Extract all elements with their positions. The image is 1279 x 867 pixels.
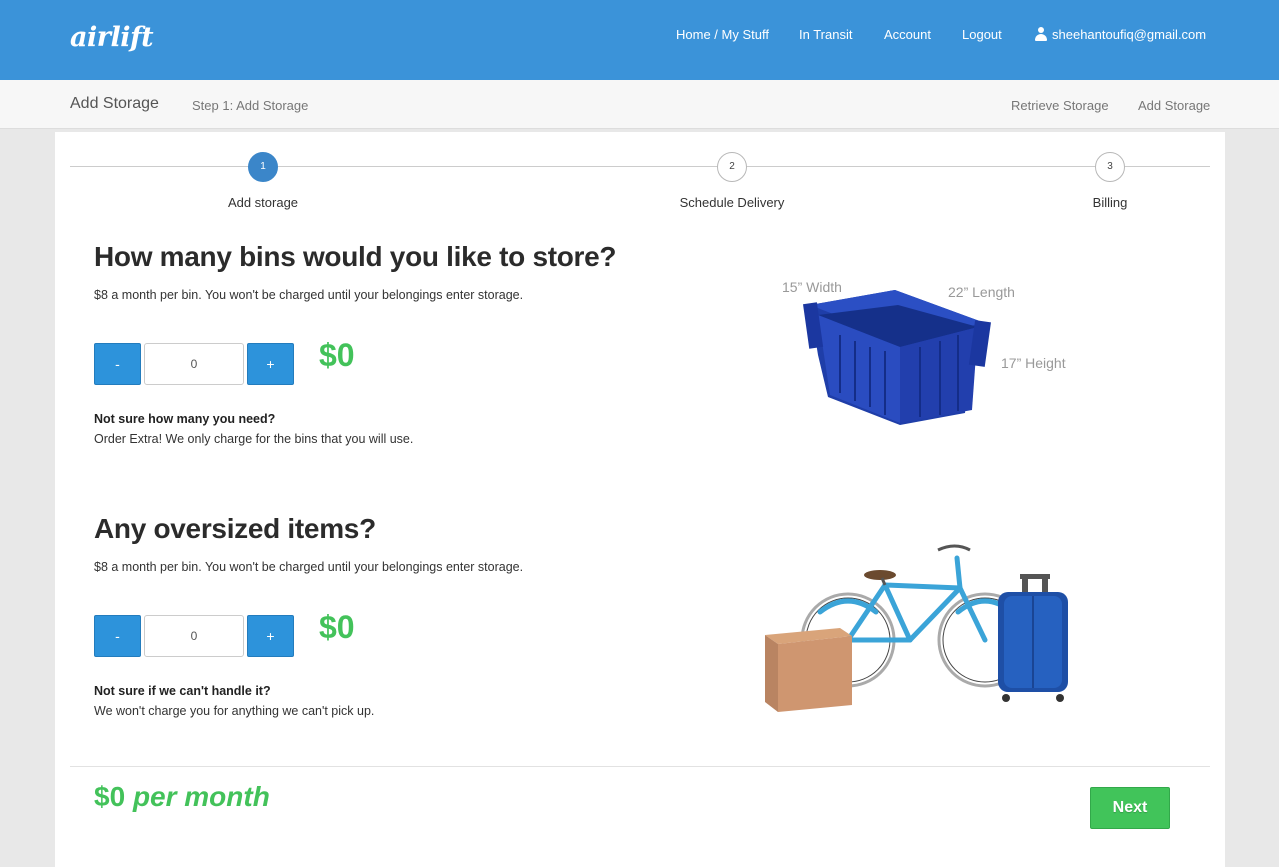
progress-line	[70, 166, 1210, 167]
nav-in-transit[interactable]: In Transit	[799, 27, 852, 45]
step-1-circle: 1	[248, 152, 278, 182]
top-navbar: airlift Home / My Stuff In Transit Accou…	[0, 0, 1279, 80]
bin-height-label: 17” Height	[1001, 355, 1066, 371]
oversized-minus-button[interactable]: -	[94, 615, 141, 657]
monthly-total: $0 per month	[94, 781, 270, 813]
add-storage-link[interactable]: Add Storage	[1138, 98, 1210, 113]
nav-account[interactable]: Account	[884, 27, 931, 45]
oversized-note-text: We won't charge you for anything we can'…	[94, 704, 375, 718]
step-1-label: Add storage	[227, 195, 299, 210]
oversized-items-image	[765, 544, 1068, 712]
breadcrumb-step: Step 1: Add Storage	[192, 98, 309, 113]
bins-description: $8 a month per bin. You won't be charged…	[94, 288, 524, 302]
oversized-heading: Any oversized items?	[94, 513, 376, 544]
bins-price: $0	[319, 337, 355, 373]
retrieve-storage-link[interactable]: Retrieve Storage	[1011, 98, 1109, 113]
user-email: sheehantoufiq@gmail.com	[1052, 27, 1207, 42]
next-button[interactable]: Next	[1090, 787, 1170, 829]
bins-heading: How many bins would you like to store?	[94, 241, 617, 272]
bins-quantity-input[interactable]	[144, 343, 244, 385]
sub-header: Add Storage Step 1: Add Storage Retrieve…	[0, 80, 1279, 129]
nav-logout[interactable]: Logout	[962, 27, 1002, 45]
oversized-description: $8 a month per bin. You won't be charged…	[94, 560, 524, 574]
page-title: Add Storage	[70, 95, 159, 112]
bins-minus-button[interactable]: -	[94, 343, 141, 385]
per-month-label: per month	[132, 781, 270, 812]
step-2-circle: 2	[717, 152, 747, 182]
total-amount: $0	[94, 781, 126, 812]
bins-note-title: Not sure how many you need?	[94, 412, 276, 426]
oversized-price: $0	[319, 609, 355, 645]
oversized-plus-button[interactable]: +	[247, 615, 294, 657]
nav-home-my-stuff[interactable]: Home / My Stuff	[676, 27, 769, 45]
nav-user-account[interactable]: sheehantoufiq@gmail.com	[1034, 27, 1206, 45]
user-icon	[1034, 27, 1048, 41]
storage-bin-image	[803, 290, 991, 425]
step-3-circle: 3	[1095, 152, 1125, 182]
bins-plus-button[interactable]: +	[247, 343, 294, 385]
step-3-label: Billing	[1092, 195, 1128, 210]
bins-note-text: Order Extra! We only charge for the bins…	[94, 432, 414, 446]
step-2-label: Schedule Delivery	[679, 195, 785, 210]
oversized-quantity-input[interactable]	[144, 615, 244, 657]
airlift-logo[interactable]: airlift	[70, 22, 154, 53]
footer-divider	[70, 766, 1210, 767]
oversized-note-title: Not sure if we can't handle it?	[94, 684, 271, 698]
